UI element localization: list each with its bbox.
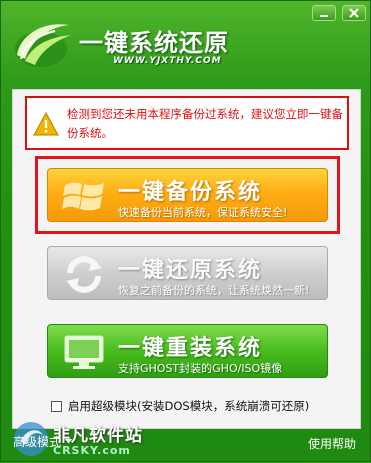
reinstall-button-title: 一键重装系统	[118, 335, 263, 361]
backup-system-button[interactable]: 一键备份系统 快速备份当前系统，保证系统安全!	[47, 168, 328, 222]
help-link[interactable]: 使用帮助	[308, 435, 356, 452]
restore-button-subtitle: 恢复之前备份的系统，让系统焕然一新!	[118, 284, 310, 297]
warning-icon	[33, 112, 59, 136]
app-window: 一键系统还原 WWW.YJXTHY.COM 检测到您还未用本程序备份过系统，建议…	[0, 0, 371, 462]
super-module-checkbox[interactable]	[51, 400, 62, 412]
windows-logo-icon	[62, 182, 104, 211]
close-button[interactable]	[342, 5, 366, 21]
advanced-mode-link[interactable]: 高级模式	[13, 433, 73, 450]
advanced-mode-label: 高级模式	[13, 435, 62, 449]
restore-button-title: 一键还原系统	[118, 257, 263, 283]
header: 一键系统还原 WWW.YJXTHY.COM	[1, 1, 371, 89]
reinstall-button-subtitle: 支持GHOST封装的GHO/ISO镜像	[118, 362, 283, 375]
super-module-label: 启用超级模块(安装DOS模块，系统崩溃可还原)	[68, 399, 310, 413]
super-module-option[interactable]: 启用超级模块(安装DOS模块，系统崩溃可还原)	[51, 398, 309, 414]
app-url: WWW.YJXTHY.COM	[113, 56, 222, 66]
main-panel: 检测到您还未用本程序备份过系统，建议您立即一键备份系统。 一键备份系统 快速备份…	[12, 89, 361, 429]
app-title: 一键系统还原	[79, 28, 229, 57]
window-controls	[312, 5, 366, 21]
reinstall-system-button[interactable]: 一键重装系统 支持GHOST封装的GHO/ISO镜像	[47, 324, 328, 378]
minimize-icon	[320, 15, 328, 17]
warning-text: 检测到您还未用本程序备份过系统，建议您立即一键备份系统。	[67, 107, 343, 140]
restore-system-button[interactable]: 一键还原系统 恢复之前备份的系统，让系统焕然一新!	[47, 246, 328, 300]
refresh-arrows-icon	[66, 256, 102, 293]
backup-button-title: 一键备份系统	[118, 179, 263, 205]
close-icon	[349, 8, 359, 18]
logo-swoosh-icon	[15, 24, 71, 67]
minimize-button[interactable]	[312, 5, 336, 21]
warning-box: 检测到您还未用本程序备份过系统，建议您立即一键备份系统。	[25, 96, 349, 150]
monitor-icon	[64, 335, 104, 369]
chevron-down-icon	[65, 439, 73, 444]
backup-button-subtitle: 快速备份当前系统，保证系统安全!	[118, 206, 288, 219]
